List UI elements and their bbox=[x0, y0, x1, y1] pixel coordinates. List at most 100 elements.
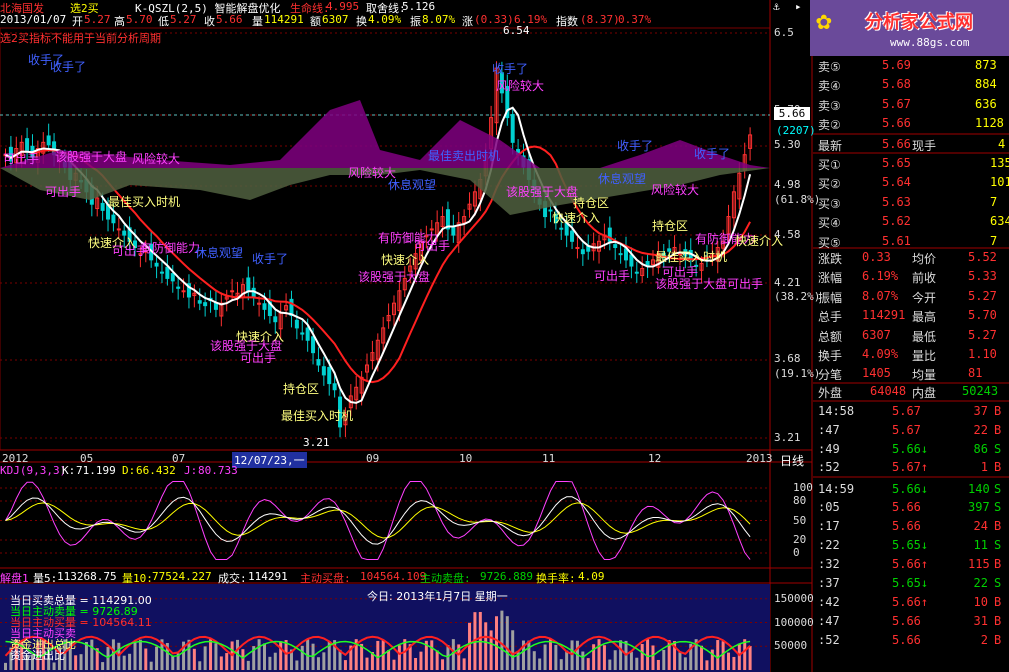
volume-bar bbox=[214, 643, 218, 670]
volume-bar bbox=[619, 640, 623, 670]
candle-body bbox=[46, 135, 51, 146]
ask-label: 卖⑤ bbox=[818, 60, 841, 74]
candle-body bbox=[246, 277, 251, 292]
tick-price: 5.66 bbox=[892, 519, 921, 533]
bid-price[interactable]: 5.62 bbox=[882, 214, 911, 228]
signal-label: 最佳卖出时机 bbox=[428, 149, 501, 163]
logo-url: www.88gs.com bbox=[890, 36, 970, 49]
kdj-tick: 100 bbox=[793, 481, 813, 494]
stat-value: 5.52 bbox=[968, 250, 997, 264]
stat-label: 涨跌 bbox=[818, 252, 843, 266]
stat-label: 换手 bbox=[818, 349, 843, 363]
volume-bar bbox=[262, 643, 266, 670]
signal-label: 该股强于大盘 bbox=[506, 185, 579, 199]
volume-bar bbox=[532, 651, 536, 670]
volume-bar bbox=[387, 650, 391, 670]
tick-volume: 397 bbox=[968, 500, 990, 514]
volume-bar bbox=[435, 650, 439, 670]
price-tick: (38.2%) bbox=[774, 290, 821, 303]
index-label: 指数 bbox=[556, 15, 578, 28]
tick-time: :37 bbox=[818, 576, 840, 590]
tick-price: 5.67 bbox=[892, 423, 921, 437]
takeaway-value: 5.126 bbox=[402, 0, 436, 13]
tick-time: 14:59 bbox=[818, 482, 855, 496]
ask-price[interactable]: 5.69 bbox=[882, 58, 911, 72]
anchor-icon[interactable]: ⚓ bbox=[773, 0, 780, 13]
volume-bar bbox=[602, 645, 606, 670]
volume-title[interactable]: 解盘1 bbox=[0, 570, 29, 586]
last-label: 最新 bbox=[818, 139, 843, 153]
volume-bar bbox=[662, 649, 666, 670]
stat-label: 前收 bbox=[912, 271, 937, 286]
volume-bar bbox=[716, 640, 720, 670]
signal-label: 收手了 bbox=[252, 252, 289, 266]
volume-bar bbox=[300, 645, 304, 670]
signal-label: 该股强于大盘 bbox=[358, 270, 431, 284]
ask-price[interactable]: 5.67 bbox=[882, 97, 911, 111]
volume-bar bbox=[90, 639, 94, 670]
tick-price: 5.66 bbox=[892, 614, 921, 628]
price-tick: 6.5 bbox=[774, 26, 794, 39]
warning-text: 选2买指标不能用于当前分析周期 bbox=[0, 32, 161, 45]
tick-volume: 22 bbox=[973, 423, 988, 437]
volume-bar bbox=[273, 652, 277, 670]
volume-bar bbox=[155, 646, 159, 670]
volume-bar bbox=[495, 616, 499, 670]
volume-bar bbox=[700, 645, 704, 670]
kdj-title[interactable]: KDJ(9,3,3) bbox=[0, 464, 66, 477]
volume-tick: 150000 bbox=[774, 591, 814, 605]
period-label[interactable]: 日线 bbox=[780, 452, 804, 469]
volume-bar bbox=[4, 662, 7, 670]
signal-label: 风险较大 bbox=[132, 152, 181, 166]
candle-body bbox=[181, 290, 186, 293]
bid-price[interactable]: 5.61 bbox=[882, 234, 911, 248]
volume-bar bbox=[106, 646, 110, 670]
tick-side: B bbox=[994, 557, 1002, 571]
candle-body bbox=[618, 253, 623, 256]
volume-bar bbox=[133, 641, 137, 670]
volume-bar bbox=[543, 644, 547, 670]
kdj-tick: 20 bbox=[793, 533, 807, 546]
date-tick: 12/07/23,一 bbox=[232, 452, 307, 468]
bid-price[interactable]: 5.65 bbox=[882, 156, 911, 170]
volume-bar bbox=[565, 650, 569, 670]
signal-label: 持仓区 bbox=[283, 382, 320, 396]
volume-bar bbox=[451, 639, 455, 670]
high-label: 高 bbox=[114, 15, 125, 28]
tick-time: :47 bbox=[818, 614, 840, 628]
bid-volume: 634 bbox=[990, 214, 1009, 229]
volume-bar bbox=[678, 652, 682, 670]
tick-time: :05 bbox=[818, 500, 840, 514]
bid-label: 买② bbox=[818, 177, 841, 192]
signal-label: 收手了 bbox=[50, 60, 87, 74]
volume-bar bbox=[192, 648, 196, 670]
candle-body bbox=[165, 266, 170, 279]
volume-bar bbox=[257, 639, 261, 670]
stat-value: 8.07% bbox=[862, 288, 899, 303]
volume-bar bbox=[705, 660, 709, 670]
expand-icon[interactable]: ▸ bbox=[795, 0, 802, 13]
ask-price[interactable]: 5.68 bbox=[882, 77, 911, 91]
stat-value: 6.19% bbox=[862, 269, 899, 284]
volume-bar bbox=[732, 656, 736, 670]
date-tick: 09 bbox=[366, 452, 380, 465]
lifeline-value: 4.995 bbox=[326, 0, 360, 13]
volume-bar bbox=[209, 639, 213, 670]
candle-body bbox=[213, 302, 218, 310]
vol5-label: 量5: bbox=[33, 572, 58, 585]
volume-bar bbox=[727, 652, 731, 670]
volume-bar bbox=[511, 630, 515, 670]
sell-value: 9726.889 bbox=[480, 570, 533, 583]
bid-price[interactable]: 5.64 bbox=[882, 175, 911, 189]
candle-body bbox=[230, 290, 235, 293]
bid-price[interactable]: 5.63 bbox=[882, 195, 911, 209]
ask-price[interactable]: 5.66 bbox=[882, 116, 911, 130]
stat-value: 5.27 bbox=[968, 327, 997, 342]
volume-bar bbox=[608, 659, 612, 670]
volume-bar bbox=[203, 646, 207, 670]
tick-side: S bbox=[994, 576, 1002, 590]
price-tick: 3.68 bbox=[774, 352, 801, 365]
close-label: 收 bbox=[204, 15, 215, 28]
tick-price: 5.66 bbox=[892, 633, 921, 647]
outer-value: 64048 bbox=[870, 384, 907, 398]
